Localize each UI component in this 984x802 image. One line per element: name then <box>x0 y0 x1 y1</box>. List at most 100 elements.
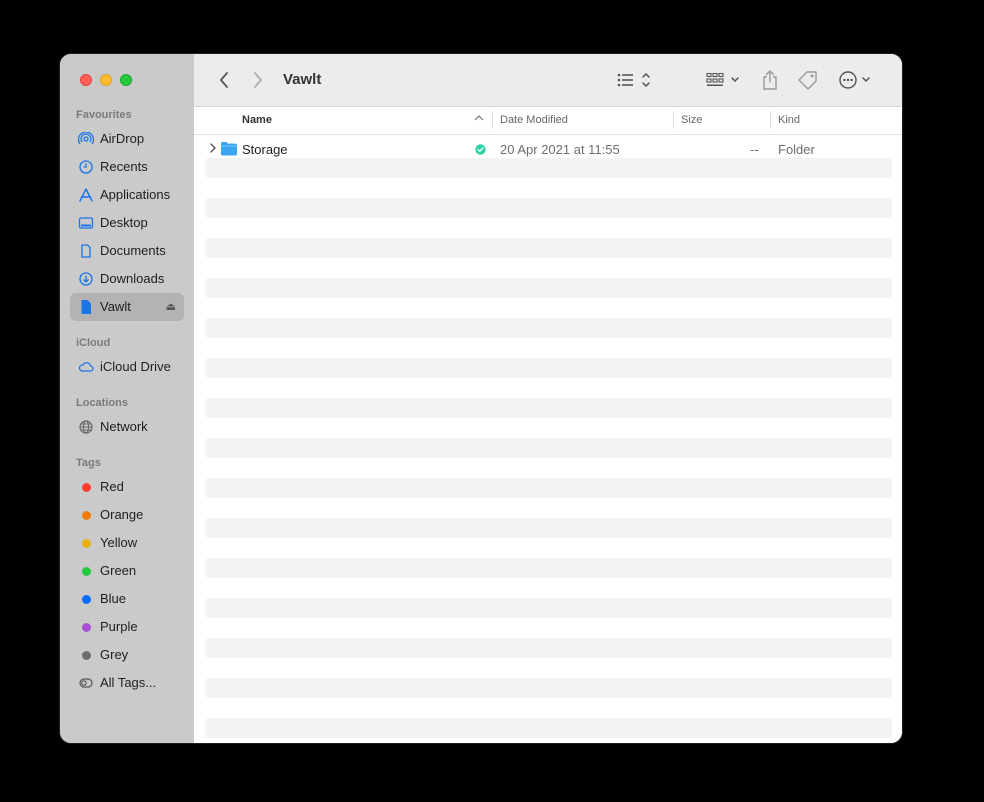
view-options-button[interactable] <box>614 68 654 92</box>
sidebar-tag-green[interactable]: Green <box>70 557 184 585</box>
back-button[interactable] <box>214 68 234 92</box>
sidebar-item-label: Downloads <box>100 271 165 286</box>
sidebar: Favourites AirDrop Recents Applications … <box>60 54 194 743</box>
tag-icon <box>798 71 817 90</box>
sidebar-item-label: Network <box>100 419 148 434</box>
forward-button[interactable] <box>248 68 268 92</box>
empty-row <box>205 238 892 258</box>
sidebar-tag-purple[interactable]: Purple <box>70 613 184 641</box>
group-button[interactable] <box>704 68 744 92</box>
sidebar-tag-orange[interactable]: Orange <box>70 501 184 529</box>
tag-dot-icon <box>82 511 91 520</box>
empty-row <box>205 478 892 498</box>
file-icon <box>78 300 94 314</box>
globe-icon <box>78 420 94 434</box>
sidebar-item-label: Red <box>100 479 124 494</box>
column-size[interactable]: Size <box>681 114 702 126</box>
sync-status-icon <box>475 143 486 158</box>
empty-row <box>205 278 892 298</box>
sidebar-item-label: Green <box>100 563 137 578</box>
close-window-button[interactable] <box>80 74 92 86</box>
sidebar-item-label: Applications <box>100 187 171 202</box>
minimize-window-button[interactable] <box>100 74 112 86</box>
file-kind: Folder <box>778 142 815 157</box>
window-title: Vawlt <box>283 71 322 88</box>
all-tags-icon <box>78 676 94 690</box>
sidebar-tag-red[interactable]: Red <box>70 473 184 501</box>
toolbar: Vawlt <box>194 54 902 107</box>
tag-dot-icon <box>82 623 91 632</box>
file-size: -- <box>750 142 759 157</box>
sort-ascending-icon[interactable] <box>474 113 484 126</box>
sidebar-tag-yellow[interactable]: Yellow <box>70 529 184 557</box>
empty-row <box>205 598 892 618</box>
sidebar-item-vawlt[interactable]: Vawlt ⏏ <box>70 293 184 321</box>
empty-row <box>205 678 892 698</box>
sidebar-all-tags[interactable]: All Tags... <box>70 669 184 697</box>
column-divider[interactable] <box>770 111 771 129</box>
cloud-icon <box>78 360 94 374</box>
sidebar-item-documents[interactable]: Documents <box>70 237 184 265</box>
sidebar-item-label: Purple <box>100 619 138 634</box>
sidebar-item-downloads[interactable]: Downloads <box>70 265 184 293</box>
document-icon <box>78 244 94 258</box>
empty-row <box>205 158 892 178</box>
section-tags: Tags <box>76 457 101 469</box>
list-view-icon <box>617 72 650 88</box>
empty-row <box>205 718 892 738</box>
sidebar-item-label: Yellow <box>100 535 138 550</box>
share-button[interactable] <box>760 68 780 92</box>
desktop-icon <box>78 216 94 230</box>
eject-icon[interactable]: ⏏ <box>166 300 176 313</box>
sidebar-tag-blue[interactable]: Blue <box>70 585 184 613</box>
sidebar-item-applications[interactable]: Applications <box>70 181 184 209</box>
empty-row <box>205 558 892 578</box>
sidebar-item-desktop[interactable]: Desktop <box>70 209 184 237</box>
sidebar-item-label: Desktop <box>100 215 148 230</box>
action-menu-button[interactable] <box>838 68 876 92</box>
empty-row <box>205 518 892 538</box>
chevron-right-icon <box>254 72 262 88</box>
main-content: Vawlt Name Date Modified Size Kind Stora… <box>194 54 902 743</box>
sidebar-item-label: Blue <box>100 591 127 606</box>
column-name[interactable]: Name <box>242 114 272 126</box>
folder-icon <box>220 141 238 159</box>
tag-dot-icon <box>82 595 91 604</box>
disclosure-chevron-icon[interactable] <box>209 142 217 157</box>
column-divider[interactable] <box>492 111 493 129</box>
file-name: Storage <box>242 142 288 157</box>
sidebar-item-label: Orange <box>100 507 144 522</box>
sidebar-item-label: Recents <box>100 159 148 174</box>
sidebar-item-label: AirDrop <box>100 131 145 146</box>
empty-row <box>205 198 892 218</box>
table-row[interactable]: Storage 20 Apr 2021 at 11:55 -- Folder <box>205 138 892 160</box>
column-date-modified[interactable]: Date Modified <box>500 114 568 126</box>
sidebar-tag-grey[interactable]: Grey <box>70 641 184 669</box>
tag-dot-icon <box>82 651 91 660</box>
zoom-window-button[interactable] <box>120 74 132 86</box>
more-icon <box>839 71 870 89</box>
column-divider[interactable] <box>673 111 674 129</box>
download-icon <box>78 272 94 286</box>
section-locations: Locations <box>76 397 128 409</box>
sidebar-item-icloud-drive[interactable]: iCloud Drive <box>70 353 184 381</box>
tag-dot-icon <box>82 567 91 576</box>
file-date-modified: 20 Apr 2021 at 11:55 <box>500 142 620 157</box>
sidebar-item-label: Vawlt <box>100 299 131 314</box>
section-favourites: Favourites <box>76 109 132 121</box>
grid-icon <box>706 72 739 86</box>
sidebar-item-recents[interactable]: Recents <box>70 153 184 181</box>
section-icloud: iCloud <box>76 337 111 349</box>
clock-icon <box>78 160 94 174</box>
sidebar-item-label: All Tags... <box>100 675 157 690</box>
share-icon <box>763 70 777 90</box>
applications-icon <box>78 188 94 202</box>
sidebar-item-network[interactable]: Network <box>70 413 184 441</box>
empty-row <box>205 638 892 658</box>
sidebar-item-airdrop[interactable]: AirDrop <box>70 125 184 153</box>
tags-button[interactable] <box>796 68 820 92</box>
column-header: Name Date Modified Size Kind <box>194 107 902 135</box>
column-kind[interactable]: Kind <box>778 114 800 126</box>
empty-row <box>205 398 892 418</box>
chevron-left-icon <box>220 72 228 88</box>
